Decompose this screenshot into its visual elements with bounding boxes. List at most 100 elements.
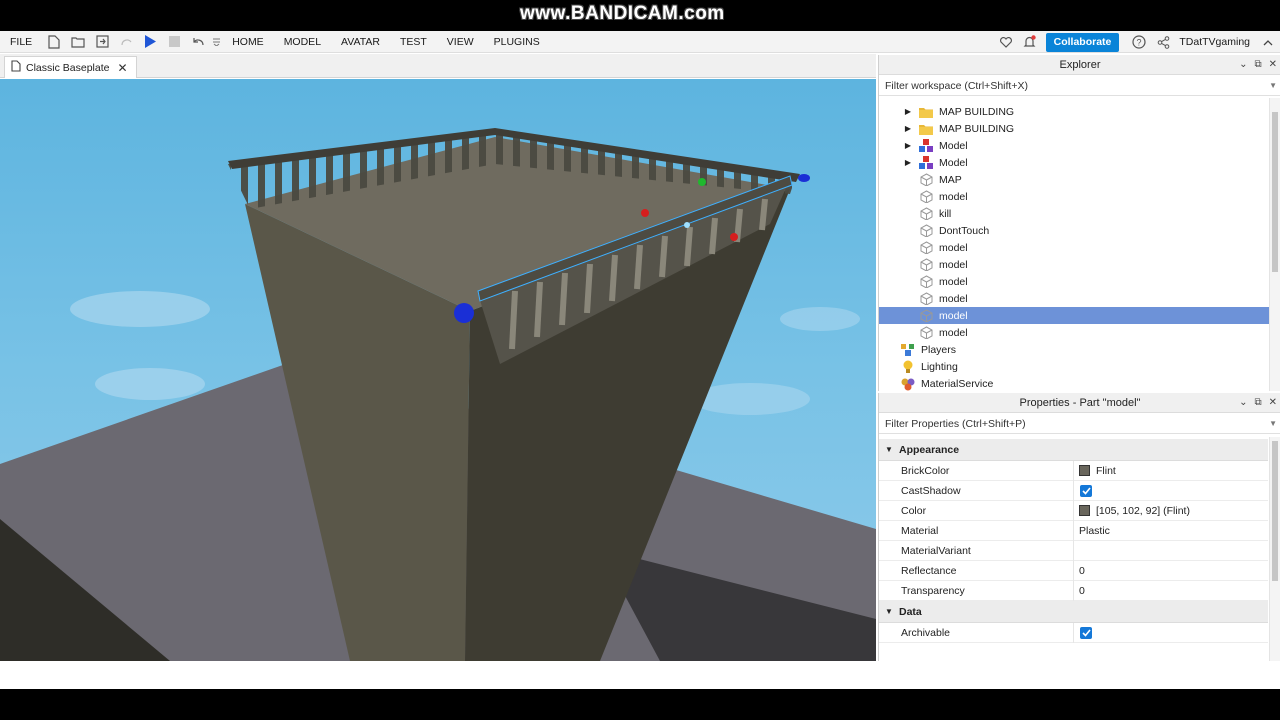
chevron-up-icon[interactable] — [1260, 34, 1276, 50]
explorer-item[interactable]: MAP — [879, 171, 1269, 188]
share-icon[interactable] — [1155, 34, 1171, 50]
undock-icon[interactable]: ⧉ — [1254, 55, 1261, 75]
property-row[interactable]: Color [105, 102, 92] (Flint) — [879, 500, 1268, 521]
redo-disabled-icon — [118, 34, 134, 50]
explorer-item[interactable]: ▶ MAP BUILDING — [879, 103, 1269, 120]
move-handle-blue-2[interactable] — [798, 174, 810, 182]
properties-grid: ▼ Appearance BrickColor Flint CastShadow Colo… — [879, 439, 1268, 661]
explorer-item[interactable]: DontTouch — [879, 222, 1269, 239]
tab-home[interactable]: HOME — [222, 31, 274, 53]
property-row[interactable]: Archivable — [879, 622, 1268, 643]
explorer-filter-input[interactable]: Filter workspace (Ctrl+Shift+X) ▼ — [879, 76, 1280, 96]
property-value[interactable] — [1074, 541, 1079, 561]
explorer-item[interactable]: model — [879, 290, 1269, 307]
explorer-item[interactable]: ▶ MAP BUILDING — [879, 120, 1269, 137]
properties-scroll-thumb[interactable] — [1272, 441, 1278, 581]
publish-icon[interactable] — [94, 34, 110, 50]
undock-icon[interactable]: ⧉ — [1254, 393, 1261, 413]
file-menu[interactable]: FILE — [0, 31, 42, 53]
notification-bell-icon[interactable] — [1022, 34, 1038, 50]
explorer-item-label: Model — [939, 156, 968, 169]
tab-avatar[interactable]: AVATAR — [331, 31, 390, 53]
property-row[interactable]: Reflectance 0 — [879, 560, 1268, 581]
property-value[interactable]: Flint — [1074, 461, 1116, 481]
play-icon[interactable] — [142, 34, 158, 50]
property-value[interactable]: Plastic — [1074, 521, 1110, 541]
panel-menu-icon[interactable]: ⌄ — [1239, 393, 1247, 413]
new-file-icon[interactable] — [46, 34, 62, 50]
properties-filter-input[interactable]: Filter Properties (Ctrl+Shift+P) ▼ — [879, 414, 1280, 434]
property-row[interactable]: Material Plastic — [879, 520, 1268, 541]
header-right-tools: Collaborate ? TDatTVgaming — [994, 31, 1280, 53]
explorer-scroll-thumb[interactable] — [1272, 112, 1278, 272]
panel-menu-icon[interactable]: ⌄ — [1239, 55, 1247, 75]
explorer-item[interactable]: ▶ Model — [879, 154, 1269, 171]
filter-dropdown-icon[interactable]: ▼ — [1269, 76, 1277, 96]
collapse-arrow-icon[interactable]: ▼ — [879, 607, 899, 616]
expand-arrow-icon[interactable]: ▶ — [903, 141, 913, 150]
explorer-filter-placeholder: Filter workspace (Ctrl+Shift+X) — [885, 80, 1028, 92]
username-label[interactable]: TDatTVgaming — [1179, 36, 1250, 48]
property-value[interactable] — [1074, 623, 1092, 643]
move-handle-red[interactable] — [641, 209, 649, 217]
explorer-item[interactable]: model — [879, 188, 1269, 205]
color-swatch[interactable] — [1079, 505, 1090, 516]
explorer-item[interactable]: model — [879, 239, 1269, 256]
explorer-item[interactable]: ▶ Model — [879, 137, 1269, 154]
tab-model[interactable]: MODEL — [274, 31, 331, 53]
move-handle-red-2[interactable] — [730, 233, 738, 241]
property-value[interactable]: 0 — [1074, 581, 1085, 601]
explorer-item[interactable]: model — [879, 324, 1269, 341]
property-value-text: [105, 102, 92] (Flint) — [1096, 504, 1190, 517]
document-tab[interactable]: Classic Baseplate ✕ — [4, 56, 137, 78]
explorer-item[interactable]: MaterialService — [879, 375, 1269, 392]
property-category[interactable]: ▼ Data — [879, 601, 1268, 623]
explorer-item[interactable]: model — [879, 307, 1269, 324]
expand-arrow-icon[interactable]: ▶ — [903, 107, 913, 116]
tab-test[interactable]: TEST — [390, 31, 437, 53]
explorer-item-label: model — [939, 292, 968, 305]
checkbox-checked-icon[interactable] — [1080, 484, 1092, 497]
explorer-item-label: model — [939, 326, 968, 339]
property-value[interactable] — [1074, 481, 1092, 501]
explorer-item[interactable]: kill — [879, 205, 1269, 222]
move-handle-blue[interactable] — [454, 303, 474, 323]
color-swatch[interactable] — [1079, 465, 1090, 476]
explorer-item[interactable]: model — [879, 256, 1269, 273]
explorer-item[interactable]: Players — [879, 341, 1269, 358]
property-value[interactable]: 0 — [1074, 561, 1085, 581]
close-panel-icon[interactable]: ✕ — [1269, 393, 1277, 413]
collapse-arrow-icon[interactable]: ▼ — [879, 445, 899, 454]
stop-icon — [166, 34, 182, 50]
explorer-item[interactable]: model — [879, 273, 1269, 290]
3d-viewport[interactable] — [0, 79, 876, 661]
part-icon — [919, 258, 933, 272]
property-row[interactable]: MaterialVariant — [879, 540, 1268, 561]
expand-arrow-icon[interactable]: ▶ — [903, 158, 913, 167]
checkbox-checked-icon[interactable] — [1080, 626, 1092, 639]
collaborate-button[interactable]: Collaborate — [1045, 32, 1120, 52]
tab-plugins[interactable]: PLUGINS — [484, 31, 550, 53]
explorer-scrollbar[interactable] — [1269, 98, 1280, 391]
tab-view[interactable]: VIEW — [437, 31, 484, 53]
property-row[interactable]: Transparency 0 — [879, 580, 1268, 601]
properties-scrollbar[interactable] — [1269, 437, 1280, 661]
undo-icon[interactable] — [190, 34, 206, 50]
help-icon[interactable]: ? — [1131, 34, 1147, 50]
part-icon — [919, 326, 933, 340]
filter-dropdown-icon[interactable]: ▼ — [1269, 414, 1277, 434]
explorer-item[interactable]: Lighting — [879, 358, 1269, 375]
explorer-item-label: model — [939, 241, 968, 254]
heart-icon[interactable] — [998, 34, 1014, 50]
close-tab-icon[interactable]: ✕ — [117, 61, 127, 75]
expand-arrow-icon[interactable]: ▶ — [903, 124, 913, 133]
move-handle-green[interactable] — [698, 178, 706, 186]
undo-dropdown-icon[interactable] — [212, 34, 220, 50]
open-file-icon[interactable] — [70, 34, 86, 50]
property-name: MaterialVariant — [879, 540, 1074, 561]
property-category[interactable]: ▼ Appearance — [879, 439, 1268, 461]
property-row[interactable]: CastShadow — [879, 480, 1268, 501]
property-row[interactable]: BrickColor Flint — [879, 460, 1268, 481]
close-panel-icon[interactable]: ✕ — [1269, 55, 1277, 75]
property-value[interactable]: [105, 102, 92] (Flint) — [1074, 501, 1190, 521]
